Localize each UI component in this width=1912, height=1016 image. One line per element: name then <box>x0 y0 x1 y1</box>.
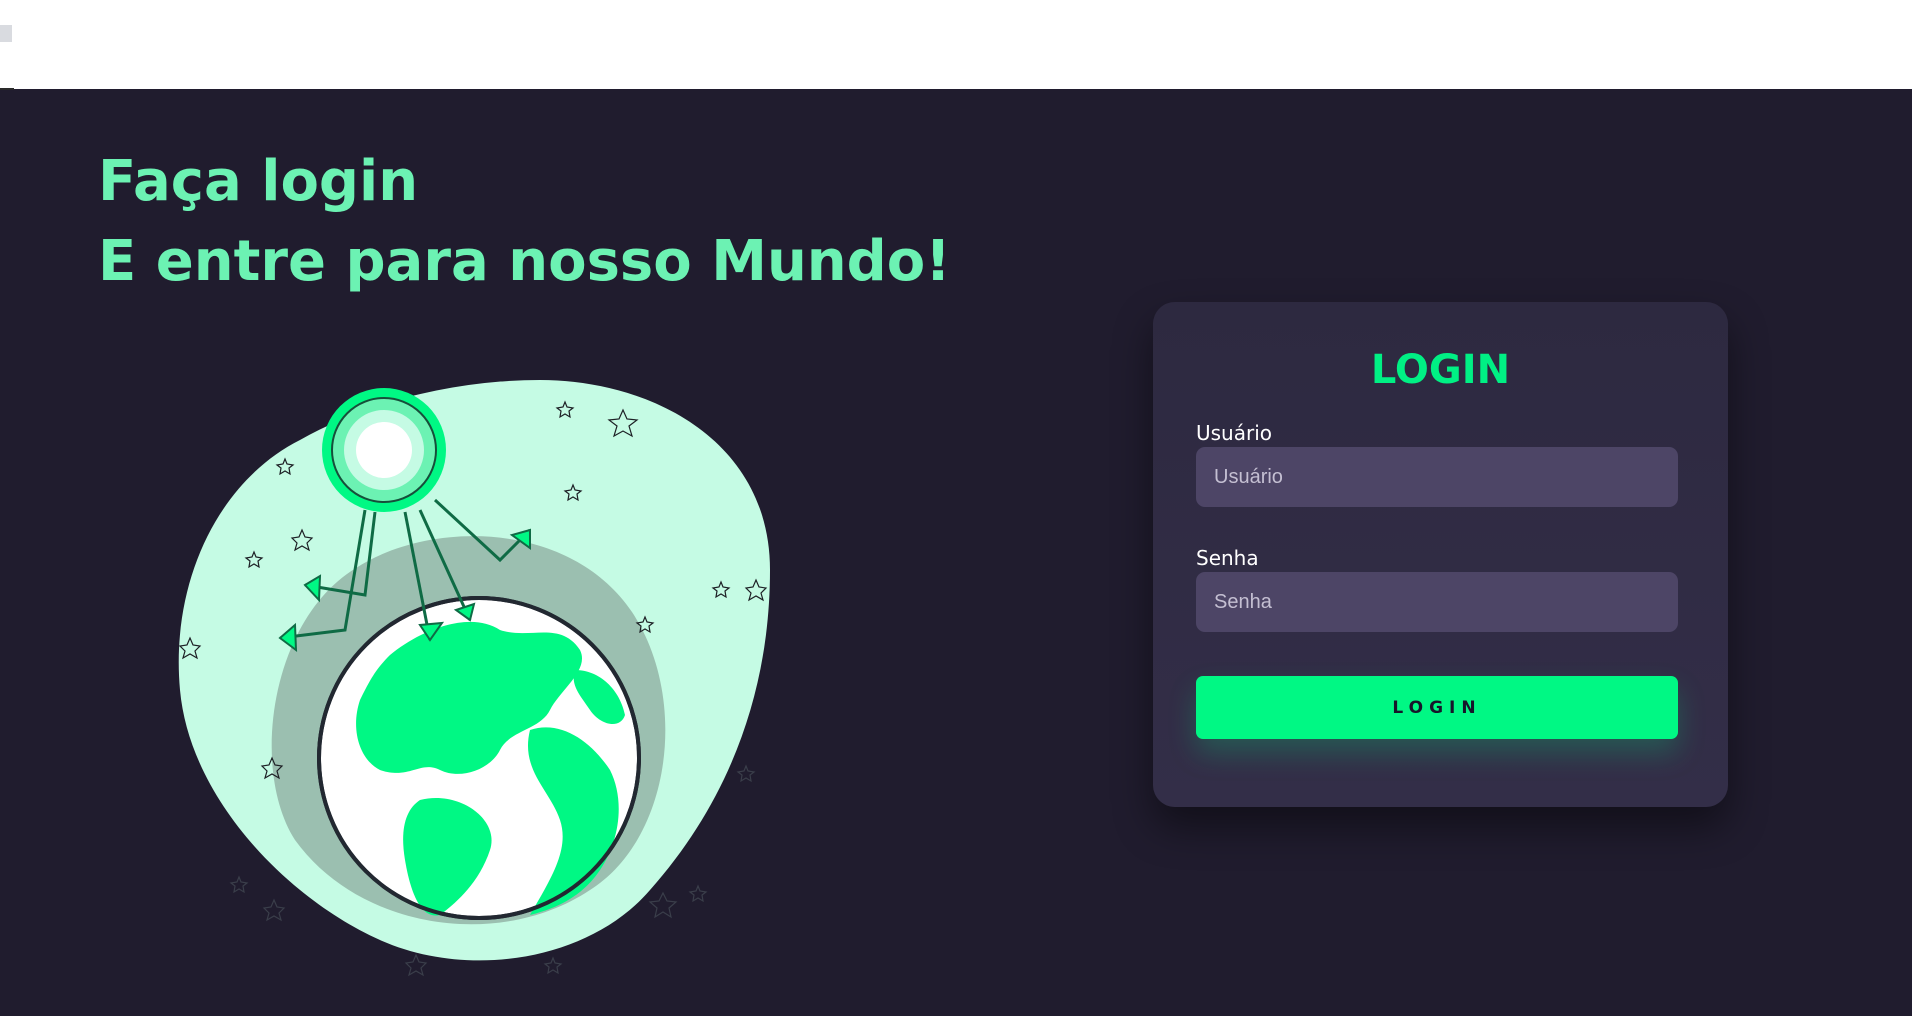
hero-title-line-1: Faça login <box>98 149 419 214</box>
login-title: LOGIN <box>1370 347 1511 393</box>
password-input[interactable] <box>1196 572 1678 632</box>
hero-title: Faça login E entre para nosso Mundo! <box>98 142 951 302</box>
top-bar-tick <box>0 88 14 90</box>
username-label: Usuário <box>1196 421 1273 445</box>
login-button[interactable]: LOGIN <box>1196 676 1678 739</box>
top-bar-stub <box>0 25 12 42</box>
hero-title-line-2: E entre para nosso Mundo! <box>98 229 951 294</box>
top-bar <box>0 0 1912 90</box>
password-label: Senha <box>1196 546 1259 570</box>
login-card: LOGIN Usuário Senha LOGIN <box>1153 302 1728 807</box>
username-input[interactable] <box>1196 447 1678 507</box>
globe-with-sun-icon <box>178 380 771 977</box>
